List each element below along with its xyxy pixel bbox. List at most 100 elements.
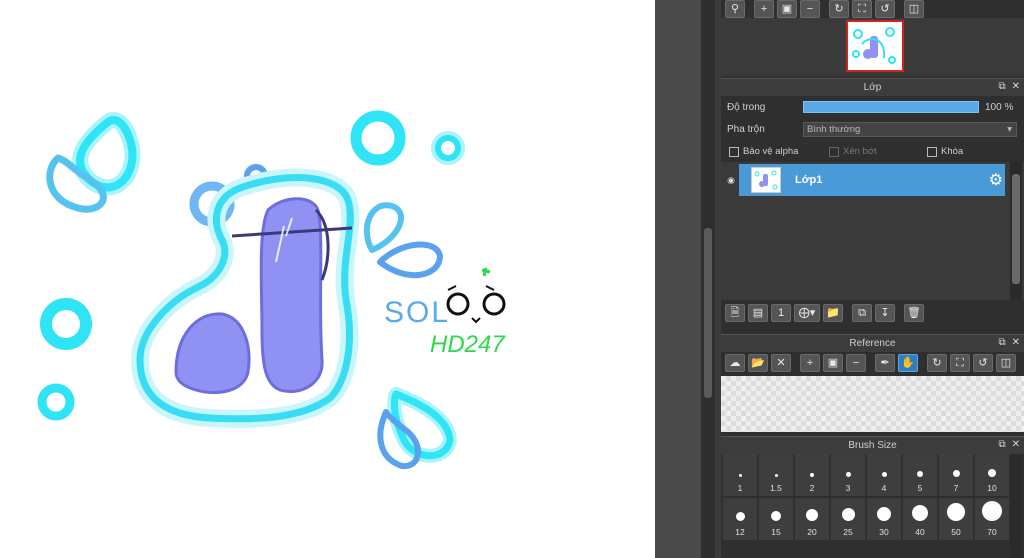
brush-size-dot: [877, 507, 891, 521]
layer-list-scrollbar[interactable]: [1010, 162, 1022, 300]
merge-down-icon[interactable]: ↧: [875, 304, 895, 322]
hand-icon[interactable]: ✋: [898, 354, 918, 372]
brush-size-label: 15: [771, 527, 781, 537]
reset-rotate-icon[interactable]: ↺: [973, 354, 993, 372]
reset-rotate-icon[interactable]: ↺: [875, 0, 895, 18]
reference-view[interactable]: [721, 376, 1024, 432]
drawing-canvas[interactable]: SOL HD247: [0, 0, 655, 558]
gear-icon[interactable]: ⚙: [989, 170, 1003, 190]
brush-size-label: 70: [987, 527, 997, 537]
brush-size-dot: [947, 503, 965, 521]
canvas-signature: SOL: [384, 296, 450, 329]
opacity-label: Độ trong: [727, 101, 766, 113]
scrollbar-thumb[interactable]: [1012, 174, 1020, 284]
clipping-checkbox[interactable]: Xén bớt: [829, 146, 927, 157]
folder-icon[interactable]: 📁: [823, 304, 843, 322]
brush-size-dot: [845, 472, 851, 477]
reference-panel-header: Reference ⧉ ✕: [721, 334, 1024, 352]
rotate-icon[interactable]: ↻: [927, 354, 947, 372]
zoom-out-icon[interactable]: −: [846, 354, 866, 372]
brush-size-option[interactable]: 15: [759, 498, 793, 540]
close-icon[interactable]: ✕: [1012, 81, 1020, 92]
brush-size-option[interactable]: 40: [903, 498, 937, 540]
brush-size-option[interactable]: 1.5: [759, 454, 793, 496]
scrollbar-thumb[interactable]: [704, 228, 712, 398]
layer-thumbnail: [751, 167, 781, 193]
clipping-label: Xén bớt: [843, 146, 877, 157]
brush-size-label: 7: [953, 483, 959, 493]
layer-name: Lớp1: [795, 174, 823, 186]
flip-icon[interactable]: ◫: [904, 0, 924, 18]
brush-size-label: 3: [845, 483, 851, 493]
duplicate-layer-icon[interactable]: ⧉: [852, 304, 872, 322]
brush-size-option[interactable]: 50: [939, 498, 973, 540]
artwork: SOL HD247: [37, 110, 506, 470]
brush-size-dot: [806, 509, 818, 521]
brush-size-label: 30: [879, 527, 889, 537]
layer-item[interactable]: ◉ Lớp1 ⚙: [723, 164, 1005, 196]
brush-size-dot: [912, 505, 928, 521]
eyedropper-icon[interactable]: ✒: [875, 354, 895, 372]
close-icon[interactable]: ✕: [1012, 337, 1020, 348]
upload-icon[interactable]: ☁: [725, 354, 745, 372]
flip-icon[interactable]: ◫: [996, 354, 1016, 372]
brush-size-option[interactable]: 30: [867, 498, 901, 540]
new-layer-icon[interactable]: 🗎: [725, 304, 745, 322]
checkbox-box[interactable]: [829, 146, 839, 157]
brush-size-panel-header: Brush Size ⧉ ✕: [721, 436, 1024, 454]
checkbox-box[interactable]: [927, 146, 937, 157]
brush-size-option[interactable]: 3: [831, 454, 865, 496]
chevron-down-icon: ▾: [1007, 124, 1012, 135]
delete-layer-icon[interactable]: 🗑: [904, 304, 924, 322]
brush-size-label: 50: [951, 527, 961, 537]
vertical-scrollbar[interactable]: [701, 0, 715, 558]
opacity-slider[interactable]: [803, 101, 979, 113]
undock-icon[interactable]: ⧉: [998, 439, 1005, 450]
undock-icon[interactable]: ⧉: [998, 81, 1005, 92]
layer-panel-header: Lớp ⧉ ✕: [721, 78, 1024, 96]
brush-size-option[interactable]: 4: [867, 454, 901, 496]
navigator-preview[interactable]: [721, 18, 1024, 76]
undock-icon[interactable]: ⧉: [998, 337, 1005, 348]
close-icon[interactable]: ✕: [1012, 439, 1020, 450]
lock-checkbox[interactable]: Khóa: [927, 146, 963, 157]
lock-label: Khóa: [941, 146, 964, 157]
blend-mode-select[interactable]: Bình thường ▾: [803, 122, 1017, 137]
close-reference-icon[interactable]: ✕: [771, 354, 791, 372]
visibility-icon[interactable]: ◉: [723, 164, 739, 196]
brush-size-option[interactable]: 5: [903, 454, 937, 496]
fit-icon[interactable]: ▣: [777, 0, 797, 18]
brush-size-grid: 1 1.5 2 3 4 5 7 10 12 15 20 25 30 40 50 70: [723, 454, 1009, 540]
navigator-thumbnail[interactable]: [846, 20, 904, 72]
new-1bit-layer-icon[interactable]: 1: [771, 304, 791, 322]
rotate-icon[interactable]: ↻: [829, 0, 849, 18]
brush-size-scrollbar[interactable]: [1010, 454, 1022, 558]
brush-size-option[interactable]: 2: [795, 454, 829, 496]
zoom-icon[interactable]: ⚲: [725, 0, 745, 18]
brush-size-dot: [774, 474, 778, 477]
brush-size-label: 1.5: [770, 483, 782, 493]
brush-size-option[interactable]: 12: [723, 498, 757, 540]
brush-size-option[interactable]: 25: [831, 498, 865, 540]
brush-size-option[interactable]: 1: [723, 454, 757, 496]
brush-size-option[interactable]: 10: [975, 454, 1009, 496]
fullscreen-icon[interactable]: ⛶: [852, 0, 872, 18]
add-layer-menu-icon[interactable]: ⨁▾: [794, 304, 820, 322]
svg-text:HD247: HD247: [430, 331, 506, 358]
brush-size-panel-title: Brush Size: [848, 440, 897, 451]
fullscreen-icon[interactable]: ⛶: [950, 354, 970, 372]
brush-size-label: 1: [737, 483, 743, 493]
new-halftone-layer-icon[interactable]: ▤: [748, 304, 768, 322]
brush-size-option[interactable]: 20: [795, 498, 829, 540]
brush-size-label: 5: [917, 483, 923, 493]
zoom-in-icon[interactable]: +: [754, 0, 774, 18]
fit-icon[interactable]: ▣: [823, 354, 843, 372]
open-folder-icon[interactable]: 📂: [748, 354, 768, 372]
zoom-in-icon[interactable]: +: [800, 354, 820, 372]
protect-alpha-checkbox[interactable]: Bảo vệ alpha: [729, 146, 829, 157]
zoom-out-icon[interactable]: −: [800, 0, 820, 18]
brush-size-option[interactable]: 7: [939, 454, 973, 496]
brush-size-option[interactable]: 70: [975, 498, 1009, 540]
checkbox-box[interactable]: [729, 146, 739, 157]
layer-panel-title: Lớp: [863, 82, 882, 93]
